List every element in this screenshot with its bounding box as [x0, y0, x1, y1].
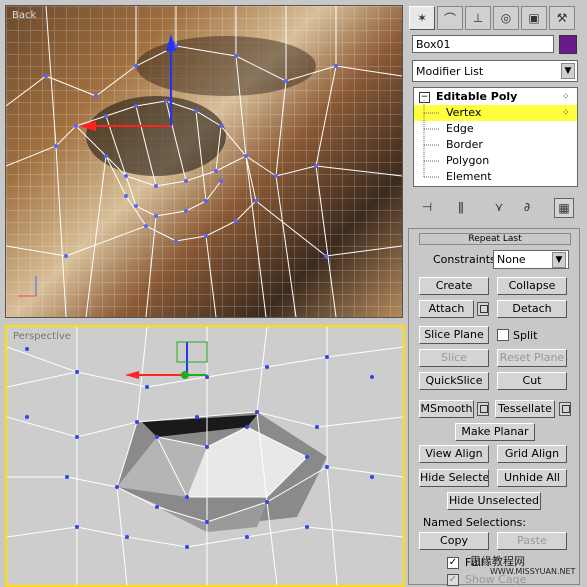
make-planar-button[interactable]: Make Planar — [455, 423, 535, 441]
constraints-chevron-down-icon: ▼ — [552, 252, 566, 268]
chevron-down-icon: ▼ — [561, 63, 575, 79]
slice-plane-button[interactable]: Slice Plane — [419, 326, 489, 344]
msmooth-settings-icon[interactable] — [477, 402, 489, 416]
object-color-swatch[interactable] — [559, 35, 577, 54]
hierarchy-icon[interactable]: ⊥ — [465, 6, 491, 30]
constraints-dropdown[interactable]: None ▼ — [493, 250, 569, 269]
attach-button[interactable]: Attach — [419, 300, 474, 318]
stack-item-edge-label: Edge — [446, 122, 474, 135]
attach-settings-icon[interactable] — [477, 302, 489, 316]
perspective-viewport-mesh — [7, 327, 403, 585]
modifier-stack[interactable]: − Editable Poly ⁘ Vertex ⁘ Edge Border Po… — [413, 87, 578, 187]
modifier-list-label: Modifier List — [416, 65, 484, 78]
create-button[interactable]: Create — [419, 277, 489, 295]
unhide-all-button[interactable]: Unhide All — [497, 469, 567, 487]
sparkle-icon: ⁘ — [562, 92, 570, 102]
show-cage-checkbox[interactable]: ✓ — [447, 574, 459, 586]
configure-sets-icon[interactable]: ▦ — [554, 198, 574, 218]
split-label: Split — [513, 329, 538, 342]
quickslice-button[interactable]: QuickSlice — [419, 372, 489, 390]
copy-button[interactable]: Copy — [419, 532, 489, 550]
back-viewport-wireframe — [6, 6, 402, 317]
hide-unselected-button[interactable]: Hide Unselected — [447, 492, 541, 510]
stack-item-element-label: Element — [446, 170, 492, 183]
stack-tools: ⊣ ǁ ⋎ ∂ ▦ — [414, 196, 579, 218]
object-name-field[interactable]: Box01 — [412, 35, 554, 53]
paste-button[interactable]: Paste — [497, 532, 567, 550]
collapse-button[interactable]: Collapse — [497, 277, 567, 295]
slice-button[interactable]: Slice — [419, 349, 489, 367]
command-panel: ✶ ⌒ ⊥ ◎ ▣ ⚒ Box01 Modifier List ▼ − Edit… — [406, 0, 587, 586]
msmooth-button[interactable]: MSmooth — [419, 400, 474, 418]
back-viewport[interactable]: Back — [5, 5, 403, 318]
stack-item-polygon-label: Polygon — [446, 154, 490, 167]
utilities-icon[interactable]: ⚒ — [549, 6, 575, 30]
display-icon[interactable]: ▣ — [521, 6, 547, 30]
create-icon[interactable]: ✶ — [409, 6, 435, 30]
stack-item-border-label: Border — [446, 138, 483, 151]
perspective-viewport[interactable]: Perspective — [5, 325, 405, 587]
reset-plane-button[interactable]: Reset Plane — [497, 349, 567, 367]
tessellate-settings-icon[interactable] — [559, 402, 571, 416]
vertex-sparkle-icon: ⁘ — [562, 108, 570, 118]
detach-button[interactable]: Detach — [497, 300, 567, 318]
stack-item-vertex-label: Vertex — [446, 106, 482, 119]
back-viewport-label[interactable]: Back — [12, 10, 36, 21]
tessellate-button[interactable]: Tessellate — [495, 400, 555, 418]
full-interactivity-checkbox[interactable]: ✓ — [447, 557, 459, 569]
repeat-last-button[interactable]: Repeat Last — [419, 233, 571, 245]
edit-geometry-rollout: Repeat Last Constraints: None ▼ Create C… — [408, 228, 580, 586]
hide-selected-button[interactable]: Hide Selected — [419, 469, 489, 487]
perspective-viewport-label[interactable]: Perspective — [13, 331, 71, 342]
motion-icon[interactable]: ◎ — [493, 6, 519, 30]
stack-tree-lines — [423, 100, 440, 178]
split-checkbox[interactable] — [497, 329, 509, 341]
make-unique-icon[interactable]: ⋎ — [490, 198, 508, 216]
pin-stack-icon[interactable]: ⊣ — [418, 198, 436, 216]
named-selections-label: Named Selections: — [423, 516, 527, 529]
grid-align-button[interactable]: Grid Align — [497, 445, 567, 463]
constraints-label: Constraints: — [433, 253, 500, 266]
modify-icon[interactable]: ⌒ — [437, 6, 463, 30]
view-align-button[interactable]: View Align — [419, 445, 489, 463]
stack-root-label: Editable Poly — [436, 90, 518, 103]
remove-modifier-icon[interactable]: ∂ — [518, 198, 536, 216]
modifier-list-dropdown[interactable]: Modifier List ▼ — [412, 60, 578, 82]
watermark-url: WWW.MISSYUAN.NET — [490, 567, 576, 576]
constraints-value: None — [497, 253, 526, 266]
cut-button[interactable]: Cut — [497, 372, 567, 390]
show-end-result-icon[interactable]: ǁ — [452, 198, 470, 216]
